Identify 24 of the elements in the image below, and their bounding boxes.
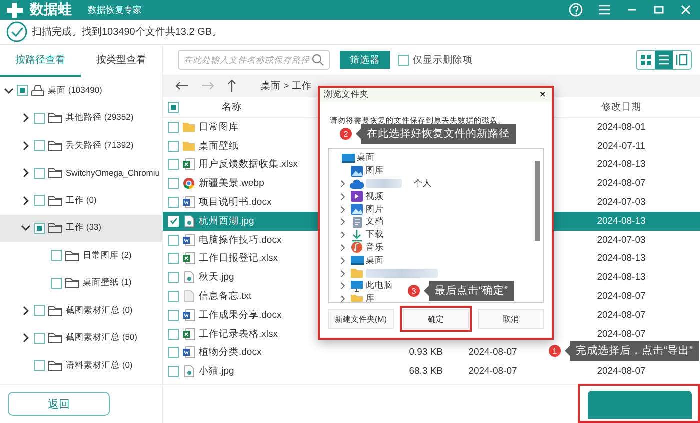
app-subtitle: 数据恢复专家 (88, 4, 142, 16)
callout-label: 最后点击“确定” (429, 281, 514, 301)
table-cell-text: 2024-07-11 (596, 140, 646, 152)
callout-label: 完成选择后，点击“导出” (570, 341, 699, 361)
table-cell-text: 68.3 KB (408, 366, 443, 378)
table-cell-text: 2024-08-07 (596, 310, 647, 321)
table-cell-text: 2024-07-03 (596, 234, 647, 246)
table-cell-text: 2024-08-07 (596, 291, 647, 302)
table-cell-text: 0.93 KB (408, 347, 443, 358)
status-text: 扫描完成。找到103490个文件共13.2 GB。 (32, 26, 222, 39)
table-cell-text: 2024-08-07 (596, 366, 647, 378)
table-cell-text: 2024-08-01 (596, 122, 647, 133)
table-cell-text: 2024-08-07 (596, 328, 647, 340)
table-cell-text: 2024-08-13 (596, 159, 647, 170)
table-cell-text: 2024-08-07 (596, 178, 647, 190)
table-cell-text: 2024-08-13 (596, 216, 647, 227)
table-cell-text: 2024-08-07 (468, 347, 518, 358)
callout-label: 在此选择好恢复文件的新路径 (361, 124, 516, 144)
app-name: 数据蛙 (30, 1, 72, 19)
table-cell-text: 2024-08-13 (596, 253, 647, 264)
dialog-title: 浏览文件夹 (324, 89, 369, 101)
table-cell-text: 2024-07-03 (596, 197, 647, 208)
table-cell-text: 2024-08-13 (596, 272, 647, 284)
table-cell-text: 2024-08-07 (468, 366, 518, 378)
